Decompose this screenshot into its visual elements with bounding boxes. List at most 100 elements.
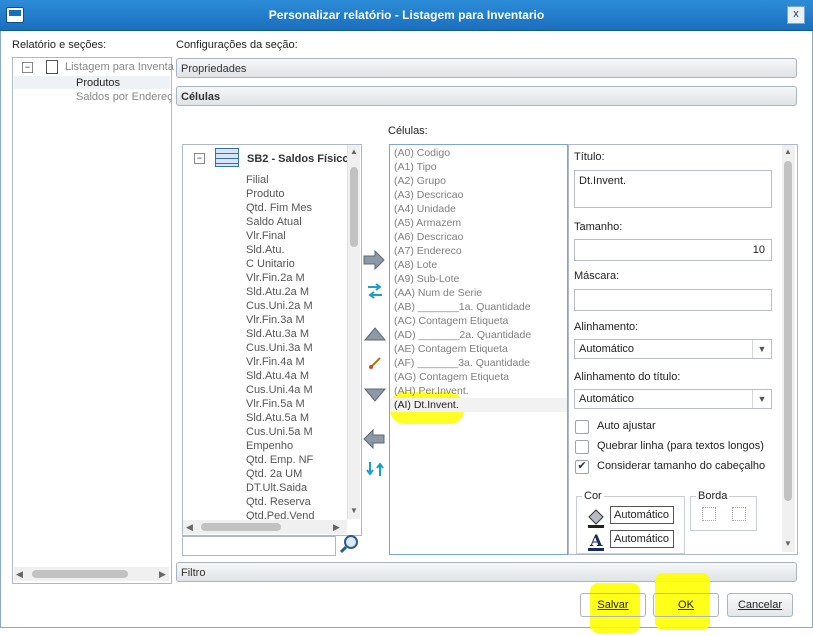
alinhamento-select[interactable]: Automático ▼ bbox=[574, 339, 772, 359]
scroll-up-icon[interactable]: ▲ bbox=[350, 147, 358, 156]
quebrar-linha-checkbox[interactable] bbox=[575, 440, 589, 454]
salvar-button-label: Salvar bbox=[597, 599, 629, 611]
field-item[interactable]: Sld.Atu.3a M bbox=[246, 328, 309, 341]
cell-item[interactable]: (AD) _______2a. Quantidade bbox=[390, 328, 567, 342]
field-item[interactable]: Qtd. Emp. NF bbox=[246, 454, 313, 467]
collapse-icon[interactable]: − bbox=[22, 62, 33, 73]
mascara-field[interactable] bbox=[574, 289, 772, 311]
vertical-scrollbar[interactable]: ▲ ▼ bbox=[347, 145, 360, 519]
tamanho-field[interactable]: 10 bbox=[574, 239, 772, 261]
field-item[interactable]: Vlr.Fin.4a M bbox=[246, 356, 305, 369]
scroll-thumb[interactable] bbox=[201, 523, 281, 531]
cell-item[interactable]: (AI) Dt.Invent. bbox=[390, 398, 567, 412]
field-item[interactable]: Vlr.Fin.3a M bbox=[246, 314, 305, 327]
ok-button[interactable]: OK bbox=[653, 593, 719, 617]
add-all-fields-icon[interactable] bbox=[366, 282, 384, 300]
tree-root-report[interactable]: Listagem para Inventa bbox=[65, 61, 174, 74]
field-item[interactable]: Vlr.Fin.2a M bbox=[246, 272, 305, 285]
cancelar-button[interactable]: Cancelar bbox=[727, 593, 793, 617]
field-item[interactable]: Sld.Atu.4a M bbox=[246, 370, 309, 383]
cell-item[interactable]: (A1) Tipo bbox=[390, 160, 567, 174]
chevron-down-icon[interactable]: ▼ bbox=[752, 390, 771, 408]
scroll-right-icon[interactable]: ▶ bbox=[333, 522, 340, 533]
field-item[interactable]: Cus.Uni.2a M bbox=[246, 300, 313, 313]
cell-item[interactable]: (A5) Armazem bbox=[390, 216, 567, 230]
field-item[interactable]: Qtd. 2a UM bbox=[246, 468, 302, 481]
scroll-right-icon[interactable]: ▶ bbox=[159, 569, 166, 580]
move-down-icon[interactable] bbox=[363, 387, 387, 403]
scroll-thumb[interactable] bbox=[32, 570, 128, 578]
tree-item-produtos[interactable]: Produtos bbox=[76, 77, 120, 90]
field-search-input[interactable] bbox=[182, 536, 336, 556]
add-field-arrow-icon[interactable] bbox=[362, 249, 386, 271]
border-none-icon[interactable] bbox=[702, 507, 716, 521]
remove-field-arrow-icon[interactable] bbox=[362, 428, 386, 450]
celulas-bar[interactable]: Células bbox=[176, 86, 797, 106]
paint-bucket-icon[interactable] bbox=[585, 507, 607, 529]
field-item[interactable]: Cus.Uni.3a M bbox=[246, 342, 313, 355]
scroll-up-icon[interactable]: ▲ bbox=[784, 147, 792, 156]
cor-fill-button[interactable]: Automático bbox=[610, 506, 674, 524]
titulo-field[interactable]: Dt.Invent. bbox=[574, 170, 772, 208]
remove-all-fields-icon[interactable] bbox=[366, 460, 384, 478]
considerar-tamanho-checkbox[interactable]: ✔ bbox=[575, 460, 589, 474]
field-item[interactable]: Vlr.Fin.5a M bbox=[246, 398, 305, 411]
collapse-icon[interactable]: − bbox=[194, 153, 205, 164]
propriedades-bar[interactable]: Propriedades bbox=[176, 58, 797, 78]
cell-item[interactable]: (AC) Contagem Etiqueta bbox=[390, 314, 567, 328]
cell-item[interactable]: (A4) Unidade bbox=[390, 202, 567, 216]
field-item[interactable]: Cus.Uni.4a M bbox=[246, 384, 313, 397]
cell-item[interactable]: (AA) Num de Serie bbox=[390, 286, 567, 300]
field-item[interactable]: Cus.Uni.5a M bbox=[246, 426, 313, 439]
cell-item[interactable]: (AE) Contagem Etiqueta bbox=[390, 342, 567, 356]
cell-item[interactable]: (AB) _______1a. Quantidade bbox=[390, 300, 567, 314]
cell-item[interactable]: (A8) Lote bbox=[390, 258, 567, 272]
auto-ajustar-label: Auto ajustar bbox=[597, 420, 656, 432]
cell-item[interactable]: (A0) Codigo bbox=[390, 146, 567, 160]
cor-text-button[interactable]: Automático bbox=[610, 530, 674, 548]
horizontal-scrollbar[interactable]: ◀ ▶ bbox=[14, 567, 169, 581]
field-item[interactable]: Filial bbox=[246, 174, 269, 187]
scroll-thumb[interactable] bbox=[784, 161, 792, 501]
field-item[interactable]: Vlr.Final bbox=[246, 230, 286, 243]
move-up-icon[interactable] bbox=[363, 326, 387, 342]
field-item[interactable]: Empenho bbox=[246, 440, 293, 453]
cell-item[interactable]: (AF) _______3a. Quantidade bbox=[390, 356, 567, 370]
field-item[interactable]: DT.Ult.Saida bbox=[246, 482, 307, 495]
scroll-left-icon[interactable]: ◀ bbox=[186, 522, 193, 533]
alinhamento-titulo-select[interactable]: Automático ▼ bbox=[574, 389, 772, 409]
tree-item-saldos[interactable]: Saldos por Endereç bbox=[76, 91, 173, 104]
field-item[interactable]: Qtd. Fim Mes bbox=[246, 202, 312, 215]
font-color-icon[interactable]: A bbox=[585, 530, 607, 552]
cell-item[interactable]: (A6) Descricao bbox=[390, 230, 567, 244]
edit-brush-icon[interactable] bbox=[367, 355, 383, 371]
field-item[interactable]: Sld.Atu. bbox=[246, 244, 285, 257]
field-item[interactable]: Qtd. Reserva bbox=[246, 496, 311, 509]
chevron-down-icon[interactable]: ▼ bbox=[752, 340, 771, 358]
cell-item[interactable]: (A9) Sub-Lote bbox=[390, 272, 567, 286]
horizontal-scrollbar[interactable]: ◀ ▶ bbox=[183, 520, 347, 534]
auto-ajustar-checkbox[interactable] bbox=[575, 420, 589, 434]
scroll-thumb[interactable] bbox=[350, 167, 358, 247]
close-button[interactable]: x bbox=[787, 6, 805, 24]
vertical-scrollbar[interactable]: ▲ ▼ bbox=[782, 145, 795, 552]
cell-item[interactable]: (A2) Grupo bbox=[390, 174, 567, 188]
field-item[interactable]: Sld.Atu.5a M bbox=[246, 412, 309, 425]
field-item[interactable]: Saldo Atual bbox=[246, 216, 302, 229]
cell-item[interactable]: (AG) Contagem Etiqueta bbox=[390, 370, 567, 384]
cell-item[interactable]: (AH) Per.Invent. bbox=[390, 384, 567, 398]
cell-item[interactable]: (A3) Descricao bbox=[390, 188, 567, 202]
scroll-down-icon[interactable]: ▼ bbox=[784, 539, 792, 548]
field-item[interactable]: C Unitario bbox=[246, 258, 295, 271]
alinhamento-label: Alinhamento: bbox=[574, 321, 639, 333]
scroll-down-icon[interactable]: ▼ bbox=[350, 506, 358, 515]
field-item[interactable]: Produto bbox=[246, 188, 285, 201]
search-icon[interactable] bbox=[339, 534, 359, 554]
field-item[interactable]: Sld.Atu.2a M bbox=[246, 286, 309, 299]
salvar-button[interactable]: Salvar bbox=[580, 593, 646, 617]
scroll-left-icon[interactable]: ◀ bbox=[16, 569, 23, 580]
fields-root[interactable]: SB2 - Saldos Físico bbox=[247, 153, 349, 166]
border-all-icon[interactable] bbox=[732, 507, 746, 521]
cell-item[interactable]: (A7) Endereco bbox=[390, 244, 567, 258]
report-sections-label: Relatório e seções: bbox=[12, 39, 107, 51]
